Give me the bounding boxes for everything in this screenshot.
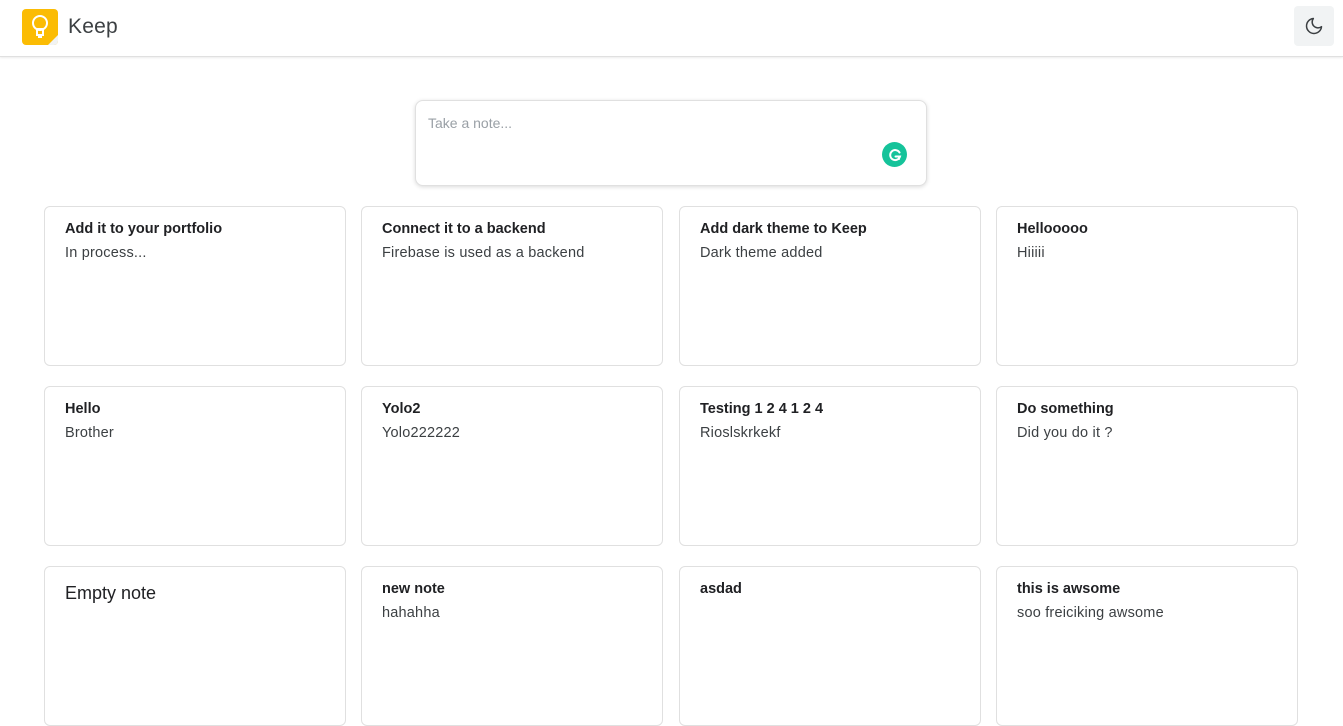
theme-toggle-button[interactable] (1294, 6, 1334, 46)
note-title: this is awsome (1017, 581, 1121, 597)
note-card[interactable]: new note hahahha (361, 566, 663, 726)
take-note-input[interactable] (428, 115, 868, 131)
note-body: Yolo222222 (382, 425, 461, 441)
app-title: Keep (68, 15, 118, 38)
note-body: Brother (65, 425, 114, 441)
grammarly-icon[interactable] (882, 142, 907, 167)
note-body: Dark theme added (700, 245, 823, 261)
note-title: Empty note (65, 583, 157, 603)
note-card[interactable]: Empty note (44, 566, 346, 726)
note-title: Add it to your portfolio (65, 221, 223, 237)
note-card[interactable]: Hellooooo Hiiiii (996, 206, 1298, 366)
note-body: Rioslskrkekf (700, 425, 781, 441)
note-body: Firebase is used as a backend (382, 245, 585, 261)
note-title: Testing 1 2 4 1 2 4 (700, 401, 824, 417)
note-body: Did you do it ? (1017, 425, 1113, 441)
note-title: Connect it to a backend (382, 221, 546, 237)
note-title: asdad (700, 581, 742, 597)
note-card[interactable]: Do something Did you do it ? (996, 386, 1298, 546)
note-card[interactable]: asdad (679, 566, 981, 726)
note-body: Hiiiii (1017, 245, 1045, 261)
note-card[interactable]: Add dark theme to Keep Dark theme added (679, 206, 981, 366)
note-card[interactable]: Testing 1 2 4 1 2 4 Rioslskrkekf (679, 386, 981, 546)
note-composer[interactable] (415, 100, 927, 186)
note-title: Hello (65, 401, 101, 417)
note-card[interactable]: Connect it to a backend Firebase is used… (361, 206, 663, 366)
moon-icon (1305, 17, 1323, 35)
note-card[interactable]: Hello Brother (44, 386, 346, 546)
note-title: Hellooooo (1017, 221, 1088, 237)
note-card[interactable]: Add it to your portfolio In process... (44, 206, 346, 366)
note-title: Add dark theme to Keep (700, 221, 867, 237)
note-title: Do something (1017, 401, 1114, 417)
note-card[interactable]: Yolo2 Yolo222222 (361, 386, 663, 546)
note-body: soo freiciking awsome (1017, 605, 1164, 621)
keep-lightbulb-icon (22, 9, 58, 45)
note-title: new note (382, 581, 445, 597)
note-card[interactable]: this is awsome soo freiciking awsome (996, 566, 1298, 726)
note-body: In process... (65, 245, 147, 261)
note-title: Yolo2 (382, 401, 421, 417)
app-header: Keep (0, 0, 1343, 57)
note-body: hahahha (382, 605, 440, 621)
